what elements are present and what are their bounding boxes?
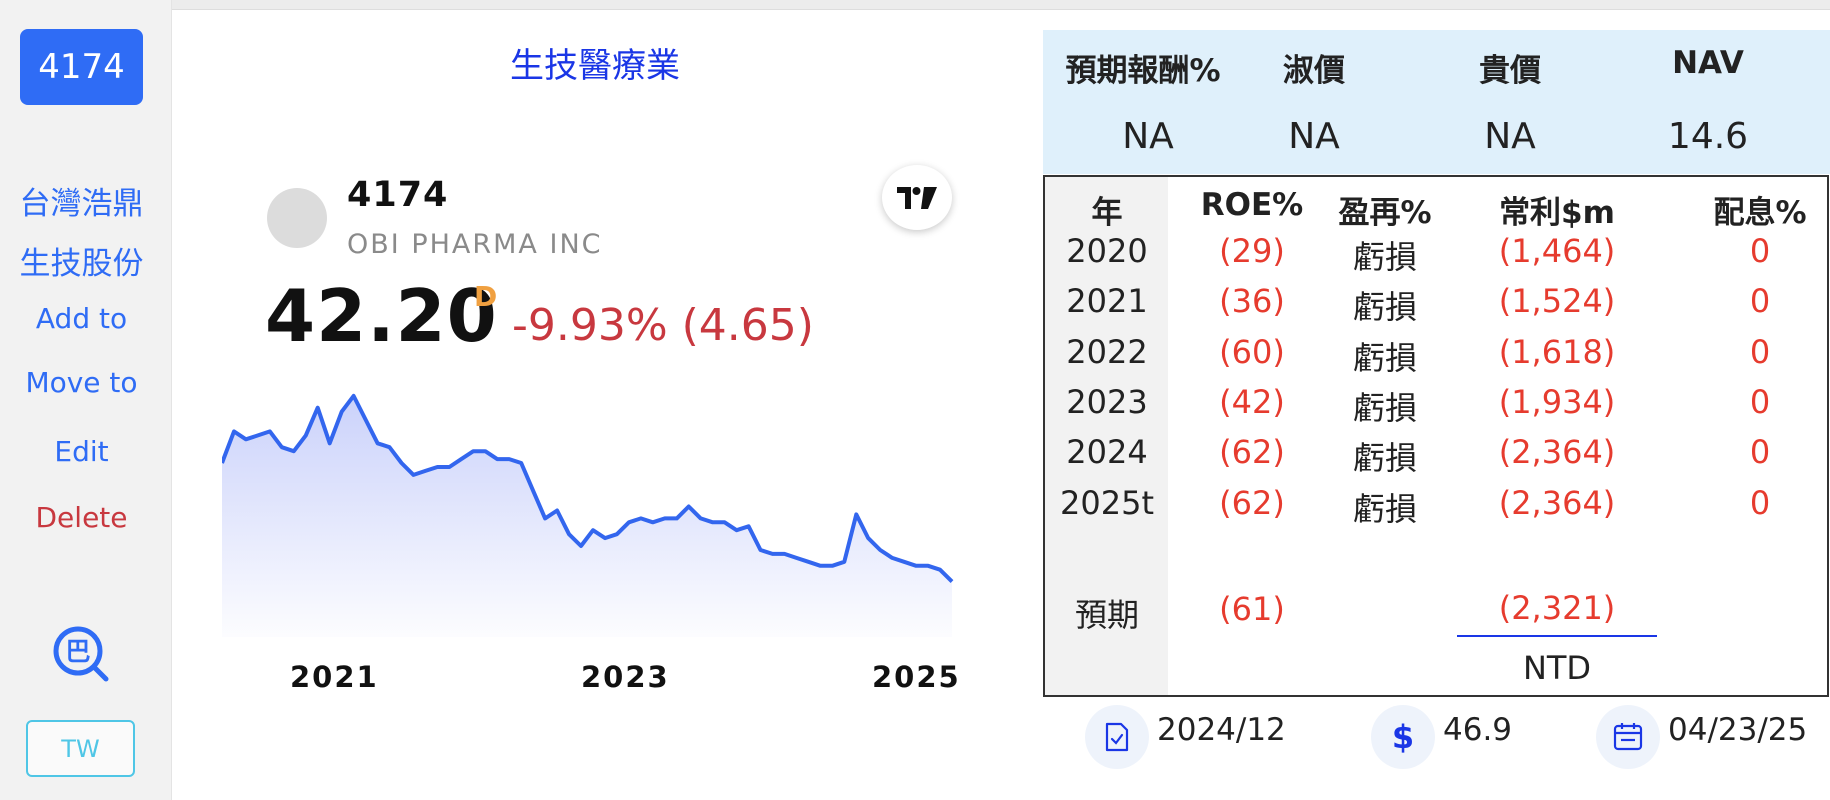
- financial-table: 年 ROE% 盈再% 常利$m 配息% 2020 (29) 虧損 (1,464) 0 20…: [1043, 175, 1829, 697]
- cell-roe: (62): [1219, 433, 1285, 472]
- expected-row-label: 預期: [1074, 596, 1139, 634]
- sidebar: 4174 台灣浩鼎 生技股份 Add to Move to Edit Delet…: [0, 0, 172, 800]
- value-expensive-price: NA: [1484, 116, 1536, 157]
- value-nav: 14.6: [1667, 116, 1749, 157]
- cell-year: 2025t: [1060, 483, 1154, 522]
- cell-profit: (2,364): [1498, 483, 1616, 522]
- quote-date: 04/23/25: [1668, 712, 1808, 748]
- expected-roe: (61): [1219, 590, 1285, 628]
- cell-profit: (1,934): [1498, 382, 1616, 421]
- top-border: [0, 0, 1830, 10]
- dollar-icon[interactable]: $: [1371, 705, 1435, 769]
- cell-year: 2024: [1066, 433, 1148, 472]
- industry-label[interactable]: 生技醫療業: [430, 38, 760, 87]
- company-name-line2[interactable]: 生技股份: [0, 238, 163, 283]
- value-fair-price: NA: [1288, 116, 1340, 157]
- company-logo: [267, 188, 327, 248]
- lens-glyph: 巴: [65, 637, 90, 666]
- move-to-link[interactable]: Move to: [0, 366, 163, 399]
- col-header-dividend: 配息%: [1713, 195, 1807, 231]
- cell-year: 2020: [1066, 232, 1148, 270]
- stock-symbol: 4174: [347, 175, 449, 215]
- col-header-year: 年: [1091, 195, 1123, 231]
- cell-profit: (1,618): [1498, 332, 1616, 371]
- profit-underline: [1457, 635, 1657, 637]
- add-to-link[interactable]: Add to: [0, 302, 163, 335]
- search-zoom-icon[interactable]: 巴: [52, 625, 112, 685]
- document-check-icon[interactable]: [1085, 705, 1149, 769]
- cell-dividend: 0: [1749, 483, 1771, 522]
- price-change: -9.93% (4.65): [512, 300, 814, 351]
- cell-profit: (2,364): [1498, 433, 1616, 472]
- tradingview-logo-icon[interactable]: [882, 165, 952, 230]
- price-value: 46.9: [1443, 712, 1513, 748]
- dollar-glyph: $: [1391, 718, 1415, 756]
- value-expected-return: NA: [1122, 116, 1174, 157]
- cell-roe: (42): [1219, 382, 1285, 421]
- cell-reinvest: 虧損: [1352, 238, 1417, 276]
- cell-year: 2022: [1066, 332, 1148, 371]
- expected-profit: (2,321): [1498, 589, 1616, 627]
- company-name-line1[interactable]: 台灣浩鼎: [0, 178, 163, 223]
- chart-area-fill: [222, 395, 952, 637]
- cell-year: 2023: [1066, 382, 1148, 421]
- x-axis-label-2021: 2021: [290, 660, 379, 694]
- cell-roe: (60): [1219, 332, 1285, 371]
- stock-price: 42.20: [265, 274, 498, 358]
- cell-reinvest: 虧損: [1352, 338, 1417, 377]
- col-header-reinvest: 盈再%: [1338, 195, 1432, 231]
- cell-dividend: 0: [1749, 332, 1771, 371]
- header-fair-price: 淑價: [1283, 53, 1345, 89]
- cell-reinvest: 虧損: [1352, 288, 1417, 327]
- cell-profit: (1,524): [1498, 282, 1616, 321]
- cell-dividend: 0: [1749, 232, 1771, 270]
- cell-reinvest: 虧損: [1352, 388, 1417, 427]
- price-chart[interactable]: [222, 372, 962, 642]
- cell-reinvest: 虧損: [1352, 439, 1417, 478]
- header-expected-return: 預期報酬%: [1065, 53, 1221, 89]
- price-flag: D: [474, 280, 498, 313]
- cell-roe: (29): [1219, 232, 1285, 270]
- header-nav: NAV: [1672, 45, 1744, 81]
- cell-profit: (1,464): [1498, 232, 1616, 270]
- delete-link[interactable]: Delete: [0, 501, 163, 534]
- market-tw-button[interactable]: TW: [26, 720, 135, 777]
- currency-label: NTD: [1522, 649, 1592, 687]
- col-header-profit: 常利$m: [1499, 195, 1615, 231]
- col-header-roe: ROE%: [1200, 187, 1304, 223]
- edit-link[interactable]: Edit: [0, 435, 163, 468]
- cell-year: 2021: [1066, 282, 1148, 321]
- cell-roe: (62): [1219, 483, 1285, 522]
- x-axis-label-2023: 2023: [581, 660, 670, 694]
- cell-dividend: 0: [1749, 282, 1771, 321]
- x-axis-label-2025: 2025: [872, 660, 961, 694]
- cell-dividend: 0: [1749, 433, 1771, 472]
- ticker-button[interactable]: 4174: [20, 29, 143, 105]
- cell-reinvest: 虧損: [1352, 489, 1417, 528]
- cell-roe: (36): [1219, 282, 1285, 321]
- header-expensive-price: 貴價: [1479, 53, 1541, 89]
- report-period: 2024/12: [1157, 712, 1286, 748]
- calendar-icon[interactable]: [1596, 705, 1660, 769]
- valuation-metrics: 預期報酬% 淑價 貴價 NAV NA NA NA 14.6: [1043, 30, 1830, 174]
- cell-dividend: 0: [1749, 382, 1771, 421]
- company-english-name: OBI PHARMA INC: [347, 229, 603, 260]
